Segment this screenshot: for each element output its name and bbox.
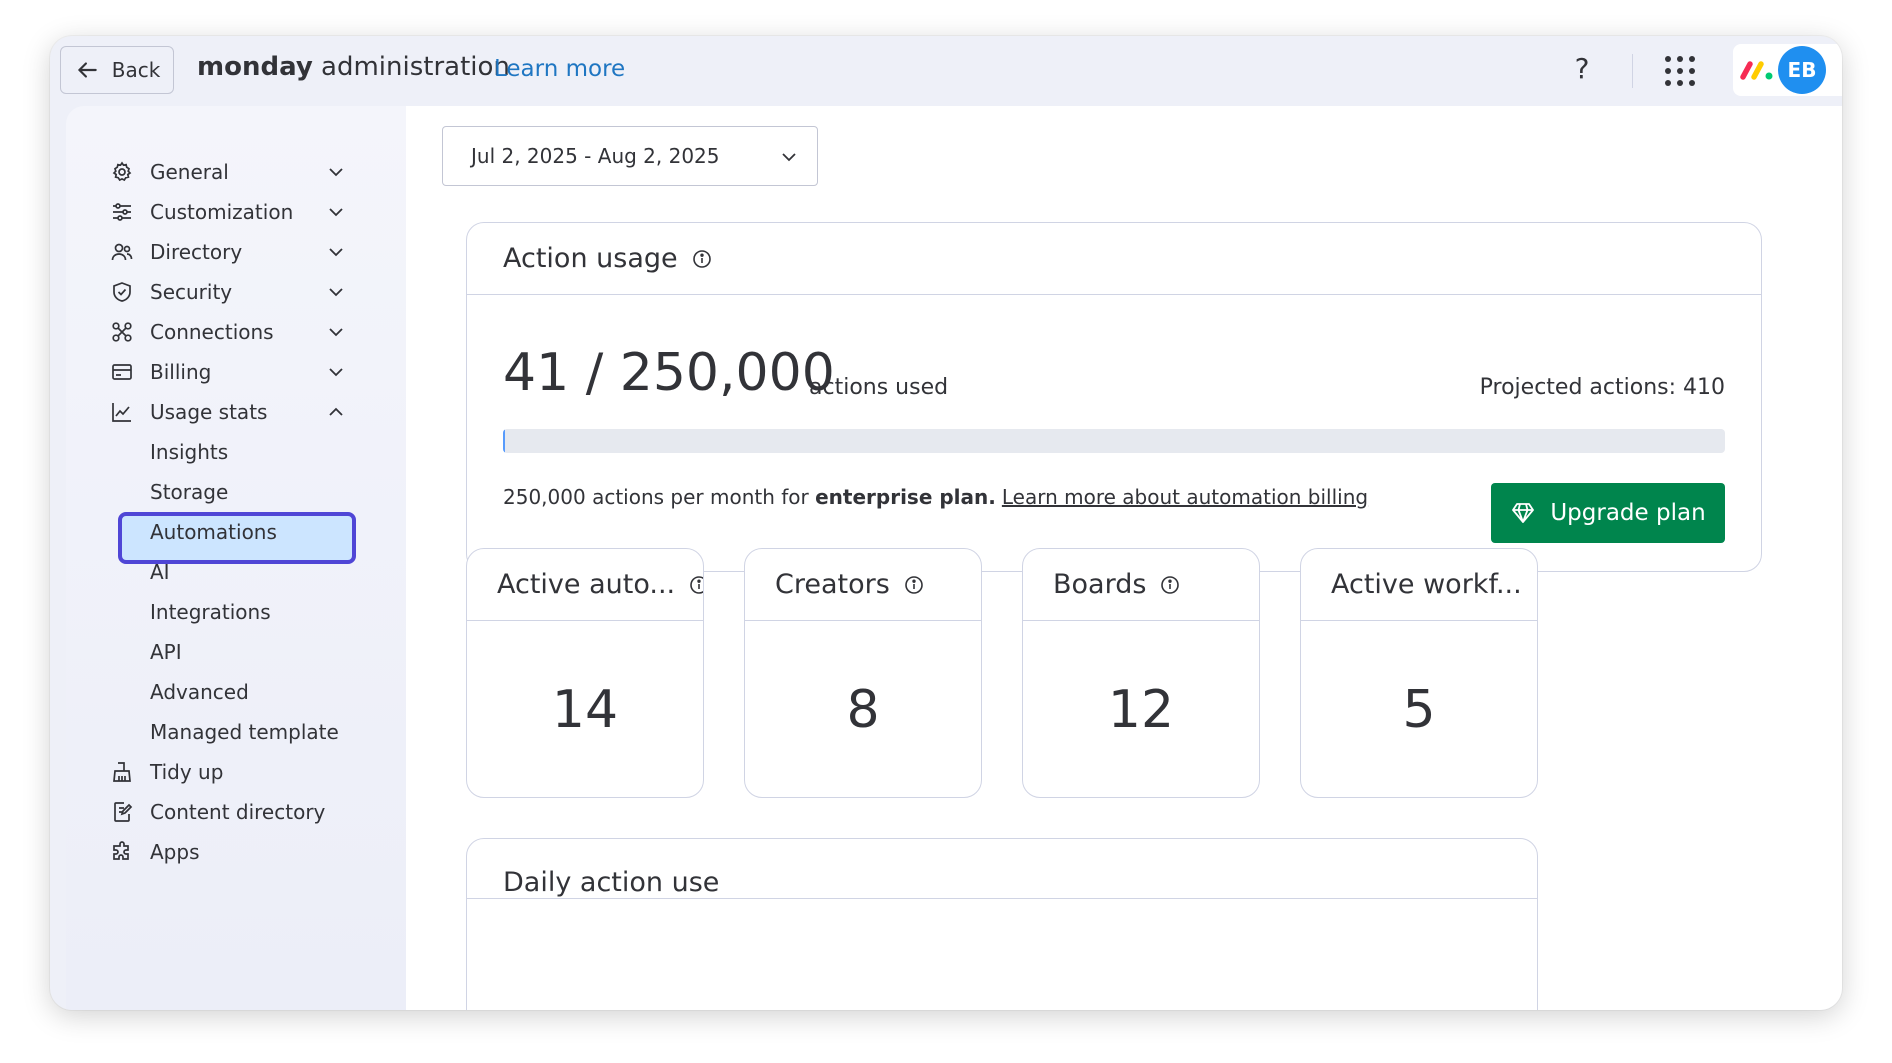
sidebar-item-label: Usage stats	[150, 400, 268, 424]
date-range-value: Jul 2, 2025 - Aug 2, 2025	[471, 144, 720, 168]
info-icon[interactable]	[904, 575, 924, 595]
sidebar-item-label: Content directory	[150, 800, 326, 824]
chevron-down-icon	[329, 288, 343, 297]
shield-icon	[113, 282, 131, 302]
date-range-picker[interactable]: Jul 2, 2025 - Aug 2, 2025	[442, 126, 818, 186]
card-header: Creators	[745, 549, 981, 621]
divider	[1632, 54, 1633, 88]
plan-text-prefix: 250,000 actions per month for	[503, 485, 816, 509]
card-title: Active workf...	[1331, 569, 1522, 600]
page-title: monday administration	[197, 52, 510, 82]
sidebar-subitem-label: Storage	[150, 480, 229, 504]
chevron-down-icon	[329, 248, 343, 257]
usage-progress-fill	[503, 429, 505, 453]
upgrade-plan-label: Upgrade plan	[1550, 500, 1706, 526]
sidebar-item-label: Security	[150, 280, 233, 304]
back-label: Back	[111, 58, 161, 82]
info-icon[interactable]	[689, 575, 704, 595]
title-suffix: administration	[312, 52, 510, 82]
card-title: Active auto...	[497, 569, 676, 600]
sidebar-item-label: General	[150, 160, 229, 184]
plan-name: enterprise plan.	[815, 485, 996, 509]
sidebar-subitem-label: AI	[150, 560, 170, 584]
card-title: Boards	[1053, 569, 1147, 600]
back-button[interactable]: Back	[60, 46, 174, 94]
help-icon[interactable]: ?	[1567, 52, 1597, 88]
actions-used-value: 41 / 250,000	[503, 343, 835, 403]
stat-card-creators: Creators 8	[744, 548, 982, 798]
puzzle-icon	[113, 841, 129, 860]
broom-icon	[113, 762, 131, 782]
sidebar-item-label: Customization	[150, 200, 294, 224]
sidebar-item-label: Directory	[150, 240, 243, 264]
card-header: Action usage	[467, 223, 1761, 295]
card-title: Creators	[775, 569, 890, 600]
chevron-down-icon	[329, 368, 343, 377]
chevron-down-icon	[782, 153, 796, 162]
action-usage-card: Action usage 41 / 250,000 actions used P…	[466, 222, 1762, 572]
top-bar: Back monday administration Learn more ? …	[50, 36, 1842, 106]
info-icon[interactable]	[1536, 575, 1538, 595]
chart-icon	[112, 403, 131, 422]
people-icon	[111, 243, 133, 261]
plan-description: 250,000 actions per month for enterprise…	[503, 485, 1368, 509]
stat-value: 8	[846, 680, 880, 740]
card-header: Daily action use	[467, 839, 1537, 899]
daily-action-use-card: Daily action use	[466, 838, 1538, 1010]
sidebar-item-label: Connections	[150, 320, 274, 344]
card-header: Active workf...	[1301, 549, 1537, 621]
automation-billing-link[interactable]: Learn more about automation billing	[1002, 485, 1368, 509]
avatar[interactable]: EB	[1778, 46, 1826, 94]
stat-card-active-automations: Active auto... 14	[466, 548, 704, 798]
sidebar-subitem-label: Managed template	[150, 720, 339, 744]
app-window: Back monday administration Learn more ? …	[50, 36, 1842, 1010]
chevron-down-icon	[329, 328, 343, 337]
sidebar-item-label: Apps	[150, 840, 200, 864]
sidebar-subitem-label: Insights	[150, 440, 229, 464]
sidebar-subitem-label: Advanced	[150, 680, 249, 704]
upgrade-plan-button[interactable]: Upgrade plan	[1491, 483, 1725, 543]
card-title: Action usage	[503, 243, 678, 274]
card-header: Boards	[1023, 549, 1259, 621]
gear-icon	[112, 161, 132, 182]
sidebar-subitem-label: Automations	[150, 520, 277, 544]
usage-progress-bar	[503, 429, 1725, 453]
info-icon[interactable]	[1160, 575, 1180, 595]
sidebar-subitem-label: API	[150, 640, 182, 664]
projected-actions: Projected actions: 410	[1479, 375, 1725, 400]
credit-card-icon	[112, 364, 132, 380]
stat-card-boards: Boards 12	[1022, 548, 1260, 798]
sidebar-subitem-label: Integrations	[150, 600, 271, 624]
actions-used-label: actions used	[809, 375, 949, 400]
card-title: Daily action use	[503, 867, 720, 898]
document-edit-icon	[114, 802, 133, 822]
monday-logo-icon	[1740, 61, 1773, 80]
apps-grid-icon[interactable]	[1663, 54, 1697, 88]
card-header: Active auto...	[467, 549, 703, 621]
arrow-left-icon	[78, 62, 97, 78]
stat-value: 14	[551, 680, 619, 740]
stat-value: 5	[1402, 680, 1436, 740]
diamond-icon	[1512, 503, 1535, 523]
chevron-down-icon	[329, 208, 343, 217]
main-content: Jul 2, 2025 - Aug 2, 2025 Action usage 4…	[406, 106, 1842, 1010]
sidebar-item-label: Tidy up	[150, 760, 224, 784]
sidebar-item-apps[interactable]: Apps	[66, 828, 406, 876]
stat-card-active-workflows: Active workf... 5	[1300, 548, 1538, 798]
sliders-icon	[113, 203, 131, 221]
brand-name: monday	[197, 52, 313, 82]
chevron-down-icon	[329, 168, 343, 177]
stat-value: 12	[1107, 680, 1175, 740]
connections-icon	[112, 322, 132, 342]
chevron-up-icon	[329, 407, 343, 416]
info-icon[interactable]	[692, 249, 712, 269]
sidebar: General Customization Directory Security…	[66, 106, 406, 1010]
sidebar-item-label: Billing	[150, 360, 212, 384]
learn-more-link[interactable]: Learn more	[494, 56, 625, 82]
